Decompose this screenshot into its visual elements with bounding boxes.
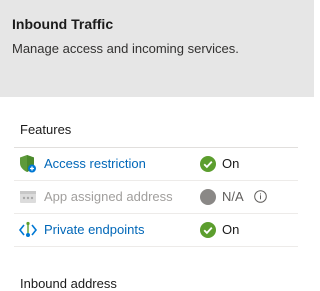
- app-address-icon: [18, 187, 38, 207]
- inbound-address-section-title: Inbound address: [20, 276, 117, 291]
- page-subtitle: Manage access and incoming services.: [12, 41, 239, 56]
- access-restriction-link[interactable]: Access restriction: [44, 156, 146, 171]
- feature-row-private-endpoints: Private endpoints On: [14, 214, 298, 247]
- app-assigned-address-status: N/A: [222, 189, 244, 204]
- private-endpoints-link[interactable]: Private endpoints: [44, 222, 144, 237]
- status-on-icon: [200, 222, 216, 238]
- page-header: Inbound Traffic Manage access and incomi…: [0, 0, 314, 97]
- status-na-icon: [200, 189, 216, 205]
- private-endpoints-status: On: [222, 222, 240, 237]
- feature-row-app-assigned-address: App assigned address N/A: [14, 181, 298, 214]
- info-icon[interactable]: [254, 190, 267, 203]
- shield-icon: [18, 154, 38, 174]
- features-section-title: Features: [20, 122, 72, 137]
- feature-row-access-restriction: Access restriction On: [14, 148, 298, 181]
- private-endpoint-icon: [18, 220, 38, 240]
- status-on-icon: [200, 156, 216, 172]
- access-restriction-status: On: [222, 156, 240, 171]
- page-title: Inbound Traffic: [12, 16, 114, 32]
- app-assigned-address-label: App assigned address: [44, 189, 173, 204]
